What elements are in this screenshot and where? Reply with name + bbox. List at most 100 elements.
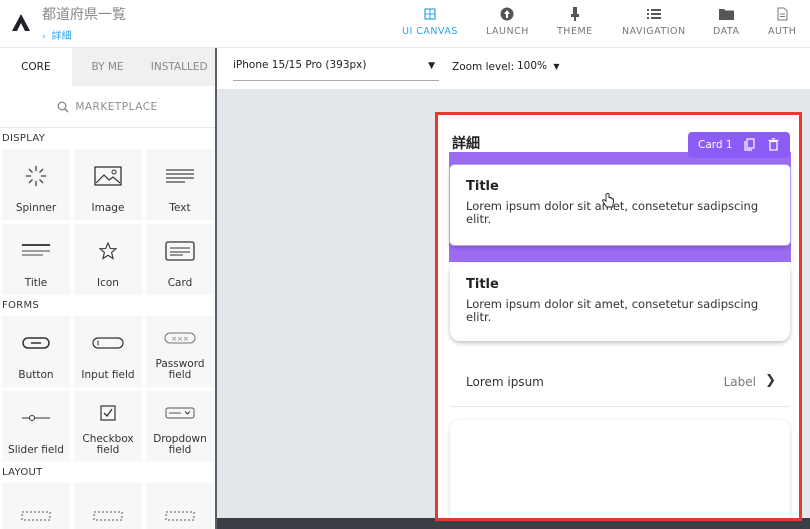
nav-navigation[interactable]: NAVIGATION — [622, 4, 686, 37]
layout-icon — [93, 483, 123, 529]
chevron-right-icon: ❯ — [765, 373, 776, 388]
grid-icon — [424, 4, 436, 24]
tab-installed[interactable]: INSTALLED — [143, 48, 215, 86]
card-selected[interactable]: Title Lorem ipsum dolor sit amet, conset… — [449, 164, 791, 246]
nav-data[interactable]: DATA — [713, 4, 739, 37]
component-label: Slider field — [8, 444, 64, 456]
component-image[interactable]: Image — [74, 149, 142, 220]
top-bar: 都道府県一覧 › 詳細 UI CANVAS LAUNCH THEME NAVIGA… — [0, 0, 810, 48]
tab-by-me[interactable]: BY ME — [71, 48, 144, 86]
caret-down-icon: ▼ — [428, 61, 435, 71]
svg-text:×××: ××× — [171, 335, 189, 343]
component-label: Input field — [81, 369, 135, 381]
nav-label: DATA — [713, 26, 740, 37]
component-label: Checkbox field — [82, 433, 134, 456]
card-title: Title — [466, 179, 499, 194]
button-icon — [22, 316, 50, 370]
copy-icon[interactable] — [744, 138, 755, 151]
star-icon — [99, 224, 117, 278]
component-label: Button — [18, 369, 54, 381]
component-label: Password field — [155, 358, 205, 381]
card[interactable]: Title Lorem ipsum dolor sit amet, conset… — [450, 263, 790, 341]
layout-icon — [21, 483, 51, 529]
component-checkbox-field[interactable]: Checkbox field — [74, 391, 142, 462]
nav-auth[interactable]: AUTH — [768, 4, 796, 37]
zoom-label: Zoom level: — [452, 61, 515, 73]
component-button[interactable]: Button — [2, 316, 70, 387]
app-logo-icon[interactable] — [10, 12, 32, 32]
component-label: Icon — [97, 277, 119, 289]
list-item[interactable]: Lorem ipsum Label ❯ — [450, 361, 790, 407]
marketplace-button[interactable]: MARKETPLACE — [0, 86, 215, 128]
nav-label: AUTH — [768, 26, 797, 37]
nav-label: UI CANVAS — [402, 26, 458, 37]
dropdown-icon — [165, 391, 195, 434]
chevron-right-icon: › — [42, 32, 46, 42]
nav-label: LAUNCH — [486, 26, 529, 37]
password-field-icon: ××× — [164, 316, 196, 359]
device-select-value: iPhone 15/15 Pro (393px) — [233, 59, 367, 71]
nav-label: THEME — [557, 26, 593, 37]
brush-icon — [570, 4, 580, 24]
component-label: Card — [167, 277, 193, 289]
document-icon — [777, 4, 788, 24]
card-body: Lorem ipsum dolor sit amet, consetetur s… — [466, 199, 759, 226]
trash-icon[interactable] — [768, 138, 779, 151]
component-text[interactable]: Text — [146, 149, 214, 220]
component-icon[interactable]: Icon — [74, 224, 142, 295]
component-spinner[interactable]: Spinner — [2, 149, 70, 220]
nav-theme[interactable]: THEME — [557, 4, 593, 37]
forms-grid: Button Input field ××× Password field Sl… — [0, 316, 215, 462]
component-input-field[interactable]: Input field — [74, 316, 142, 387]
rocket-icon — [500, 4, 514, 24]
slider-icon — [21, 391, 51, 445]
zoom-select[interactable]: 100% ▼ — [517, 60, 560, 72]
component-layout-2[interactable] — [74, 483, 142, 529]
component-label: Dropdown field — [153, 433, 207, 456]
selected-component-badge: Card 1 — [688, 132, 790, 158]
component-label: Text — [169, 202, 191, 214]
section-display: DISPLAY — [2, 133, 46, 144]
nav-ui-canvas[interactable]: UI CANVAS — [402, 4, 458, 37]
breadcrumb[interactable]: › 詳細 — [42, 27, 72, 42]
layout-icon — [165, 483, 195, 529]
caret-down-icon: ▼ — [553, 62, 560, 71]
checkbox-icon — [100, 391, 116, 434]
component-label: Spinner — [15, 202, 57, 214]
component-dropdown-field[interactable]: Dropdown field — [146, 391, 214, 462]
component-password-field[interactable]: ××× Password field — [146, 316, 214, 387]
folder-icon — [718, 4, 734, 24]
component-layout-1[interactable] — [2, 483, 70, 529]
component-slider-field[interactable]: Slider field — [2, 391, 70, 462]
card-body: Lorem ipsum dolor sit amet, consetetur s… — [466, 297, 759, 324]
layout-grid — [0, 483, 215, 529]
input-field-icon — [92, 316, 124, 370]
app-title: 都道府県一覧 — [42, 7, 126, 23]
breadcrumb-page[interactable]: 詳細 — [52, 31, 72, 42]
canvas-toolbar: iPhone 15/15 Pro (393px) ▼ Zoom level: 1… — [217, 48, 810, 90]
title-icon — [21, 224, 51, 278]
badge-label: Card 1 — [698, 139, 733, 151]
tab-core[interactable]: CORE — [0, 48, 72, 86]
hand-cursor-icon — [602, 193, 614, 208]
component-label: Title — [24, 277, 48, 289]
component-card[interactable]: Card — [146, 224, 214, 295]
component-label: Image — [91, 202, 125, 214]
list-item-title: Lorem ipsum — [466, 375, 544, 389]
list-item-label: Label — [723, 375, 756, 389]
component-layout-3[interactable] — [146, 483, 214, 529]
component-panel: CORE BY ME INSTALLED MARKETPLACE DISPLAY… — [0, 48, 217, 529]
display-grid: Spinner Image Text Title Icon Card — [0, 149, 215, 295]
section-layout: LAYOUT — [2, 467, 43, 478]
phone-preview: 詳細 Title Lorem ipsum dolor sit amet, con… — [435, 112, 802, 521]
component-title[interactable]: Title — [2, 224, 70, 295]
screen-title: 詳細 — [452, 136, 480, 152]
device-select[interactable]: iPhone 15/15 Pro (393px) ▼ — [233, 59, 439, 81]
section-forms: FORMS — [2, 300, 40, 311]
spinner-icon — [25, 149, 47, 203]
zoom-select-value: 100% — [517, 60, 548, 72]
nav-label: NAVIGATION — [622, 26, 686, 37]
empty-card[interactable] — [450, 420, 790, 518]
list-icon — [646, 4, 661, 24]
nav-launch[interactable]: LAUNCH — [486, 4, 529, 37]
